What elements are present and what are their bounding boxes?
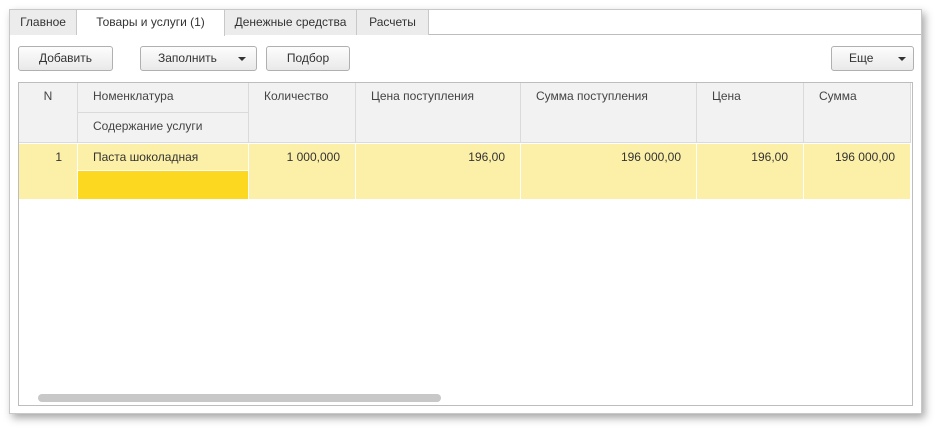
cell-price[interactable]: 196,00 — [697, 144, 804, 199]
header-price-in[interactable]: Цена поступления — [356, 83, 521, 143]
tab-goods-services[interactable]: Товары и услуги (1) — [77, 10, 225, 36]
tab-bar: Главное Товары и услуги (1) Денежные сре… — [10, 10, 921, 36]
add-button[interactable]: Добавить — [18, 46, 113, 71]
cell-service[interactable] — [78, 171, 249, 199]
chevron-down-icon — [898, 57, 906, 61]
header-service[interactable]: Содержание услуги — [78, 113, 249, 143]
chevron-down-icon — [238, 57, 246, 61]
tab-settlements[interactable]: Расчеты — [357, 10, 429, 35]
fill-button[interactable]: Заполнить — [140, 46, 257, 71]
horizontal-scrollbar[interactable] — [38, 394, 441, 402]
header-n[interactable]: N — [19, 83, 78, 143]
header-price[interactable]: Цена — [697, 83, 804, 143]
tab-main[interactable]: Главное — [10, 10, 77, 35]
cell-price-in[interactable]: 196,00 — [356, 144, 521, 199]
header-sum[interactable]: Сумма — [804, 83, 911, 143]
select-button[interactable]: Подбор — [266, 46, 350, 71]
more-label: Еще — [849, 51, 874, 65]
document-form: Главное Товары и услуги (1) Денежные сре… — [9, 9, 922, 414]
fill-label: Заполнить — [158, 51, 217, 65]
cell-qty[interactable]: 1 000,000 — [249, 144, 356, 199]
cell-sum[interactable]: 196 000,00 — [804, 144, 911, 199]
tab-cash[interactable]: Денежные средства — [225, 10, 357, 35]
header-sum-in[interactable]: Сумма поступления — [521, 83, 697, 143]
goods-table: N Номенклатура Содержание услуги Количес… — [18, 82, 913, 406]
header-qty[interactable]: Количество — [249, 83, 356, 143]
cell-nomenclature[interactable]: Паста шоколадная — [78, 144, 249, 171]
cell-sum-in[interactable]: 196 000,00 — [521, 144, 697, 199]
cell-n[interactable]: 1 — [19, 144, 78, 199]
header-nomenclature[interactable]: Номенклатура — [78, 83, 249, 113]
more-button[interactable]: Еще — [831, 46, 914, 71]
